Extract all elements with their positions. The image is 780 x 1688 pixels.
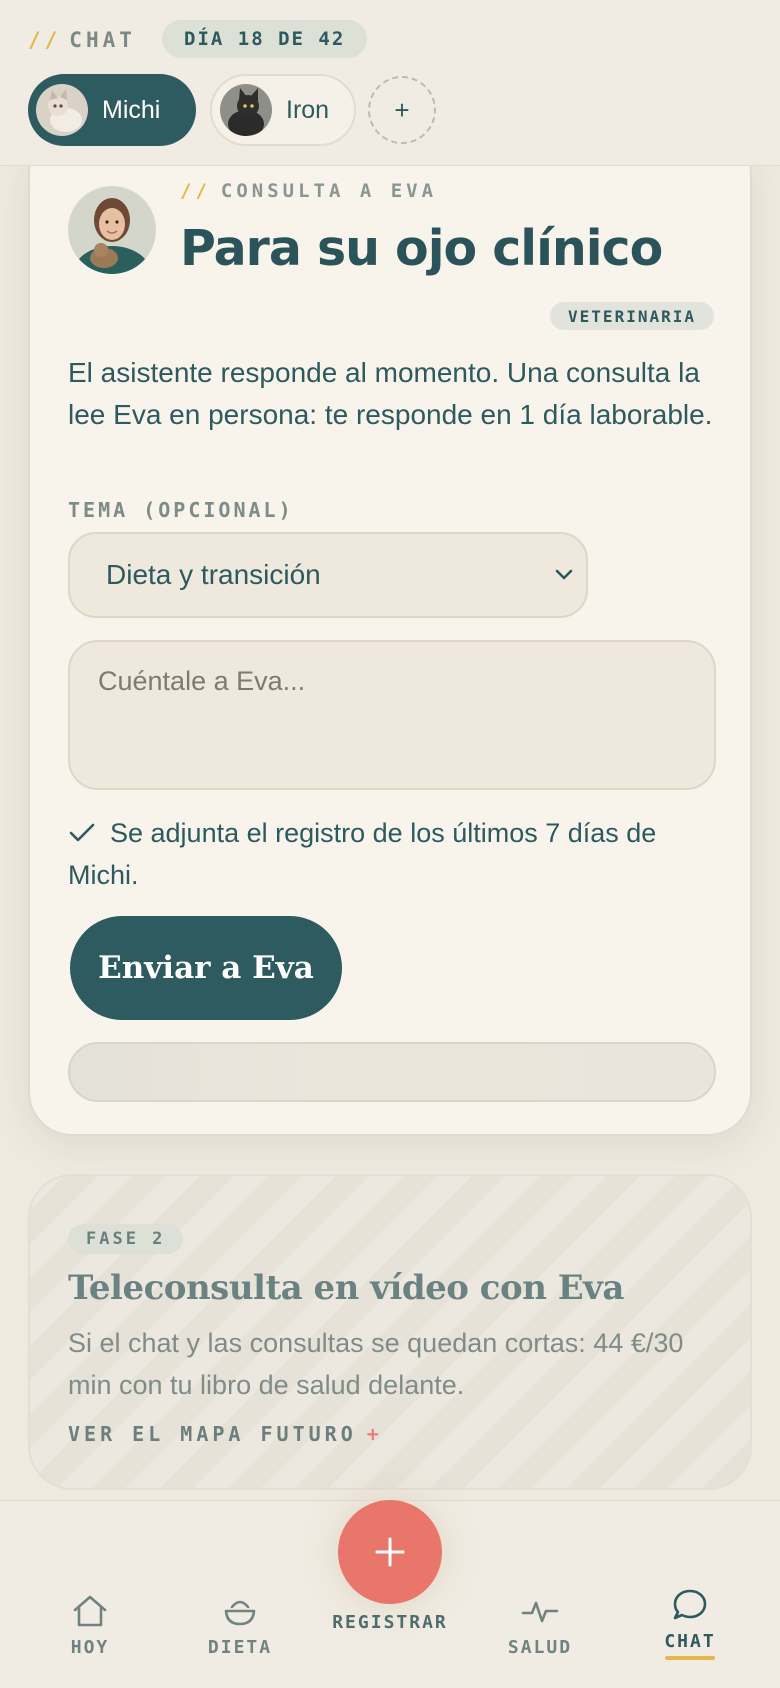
slash-decoration: // <box>28 28 62 52</box>
card-description: El asistente responde al momento. Una co… <box>68 357 713 430</box>
section-breadcrumb: // CHAT <box>28 28 136 52</box>
add-pet-button[interactable]: + <box>368 76 436 144</box>
empty-status-bar <box>68 1042 716 1102</box>
chat-bubble-icon <box>673 1589 707 1620</box>
nav-item-chat[interactable]: CHAT <box>630 1587 750 1660</box>
phase-badge: FASE 2 <box>68 1224 184 1254</box>
home-icon <box>73 1595 107 1627</box>
nav-label: DIETA <box>207 1637 273 1658</box>
eyebrow-text: CONSULTA A EVA <box>220 180 438 202</box>
section-label: CHAT <box>69 28 136 52</box>
nav-label: CHAT <box>664 1631 716 1652</box>
topic-select[interactable]: Dieta y transición <box>68 532 588 618</box>
pet-chip-iron[interactable]: Iron <box>210 74 356 146</box>
topic-selected-value: Dieta y transición <box>106 559 321 590</box>
slash-decoration: // <box>180 180 211 202</box>
register-fab-button[interactable] <box>338 1500 442 1604</box>
topic-label: TEMA (OPCIONAL) <box>68 498 294 522</box>
attachment-note-text: Se adjunta el registro de los últimos 7 … <box>68 818 657 890</box>
veterinaria-badge: VETERINARIA <box>550 302 714 330</box>
plus-icon <box>375 1537 405 1567</box>
message-textarea[interactable]: Cuéntale a Eva... <box>68 640 716 790</box>
michi-avatar <box>36 84 88 136</box>
pet-name: Michi <box>102 95 161 124</box>
nav-item-dieta[interactable]: DIETA <box>180 1593 300 1658</box>
message-placeholder: Cuéntale a Eva... <box>98 666 306 696</box>
phase-title: Teleconsulta en vídeo con Eva <box>68 1268 624 1308</box>
card-eyebrow: // CONSULTA A EVA <box>180 180 437 202</box>
nav-item-salud[interactable]: SALUD <box>480 1593 600 1658</box>
pulse-icon <box>521 1601 559 1623</box>
pet-chip-michi[interactable]: Michi <box>28 74 196 146</box>
bowl-icon <box>224 1600 256 1626</box>
nav-label: SALUD <box>507 1637 573 1658</box>
plus-icon: + <box>366 1422 383 1446</box>
nav-label: HOY <box>70 1637 110 1658</box>
phase-description: Si el chat y las consultas se quedan cor… <box>68 1328 684 1400</box>
phase-2-card: FASE 2 Teleconsulta en vídeo con Eva Si … <box>28 1174 752 1490</box>
register-label: REGISTRAR <box>332 1612 448 1633</box>
nav-item-hoy[interactable]: HOY <box>30 1593 150 1658</box>
chevron-down-icon <box>555 569 573 580</box>
check-icon <box>69 823 95 842</box>
active-indicator <box>665 1656 715 1660</box>
future-map-link-label: VER EL MAPA FUTURO <box>68 1422 357 1446</box>
day-counter-badge: DÍA 18 DE 42 <box>162 20 368 58</box>
iron-avatar <box>220 84 272 136</box>
eva-avatar <box>68 186 156 274</box>
card-title: Para su ojo clínico <box>180 220 663 277</box>
send-to-eva-button[interactable]: Enviar a Eva <box>70 916 342 1020</box>
pet-name: Iron <box>286 95 330 124</box>
attachment-note: Se adjunta el registro de los últimos 7 … <box>68 812 728 896</box>
consult-eva-card: // CONSULTA A EVA Para su ojo clínico VET… <box>28 130 752 1136</box>
top-header: // CHAT DÍA 18 DE 42 Michi Iron + <box>0 0 780 166</box>
future-map-link[interactable]: VER EL MAPA FUTURO + <box>68 1422 383 1446</box>
